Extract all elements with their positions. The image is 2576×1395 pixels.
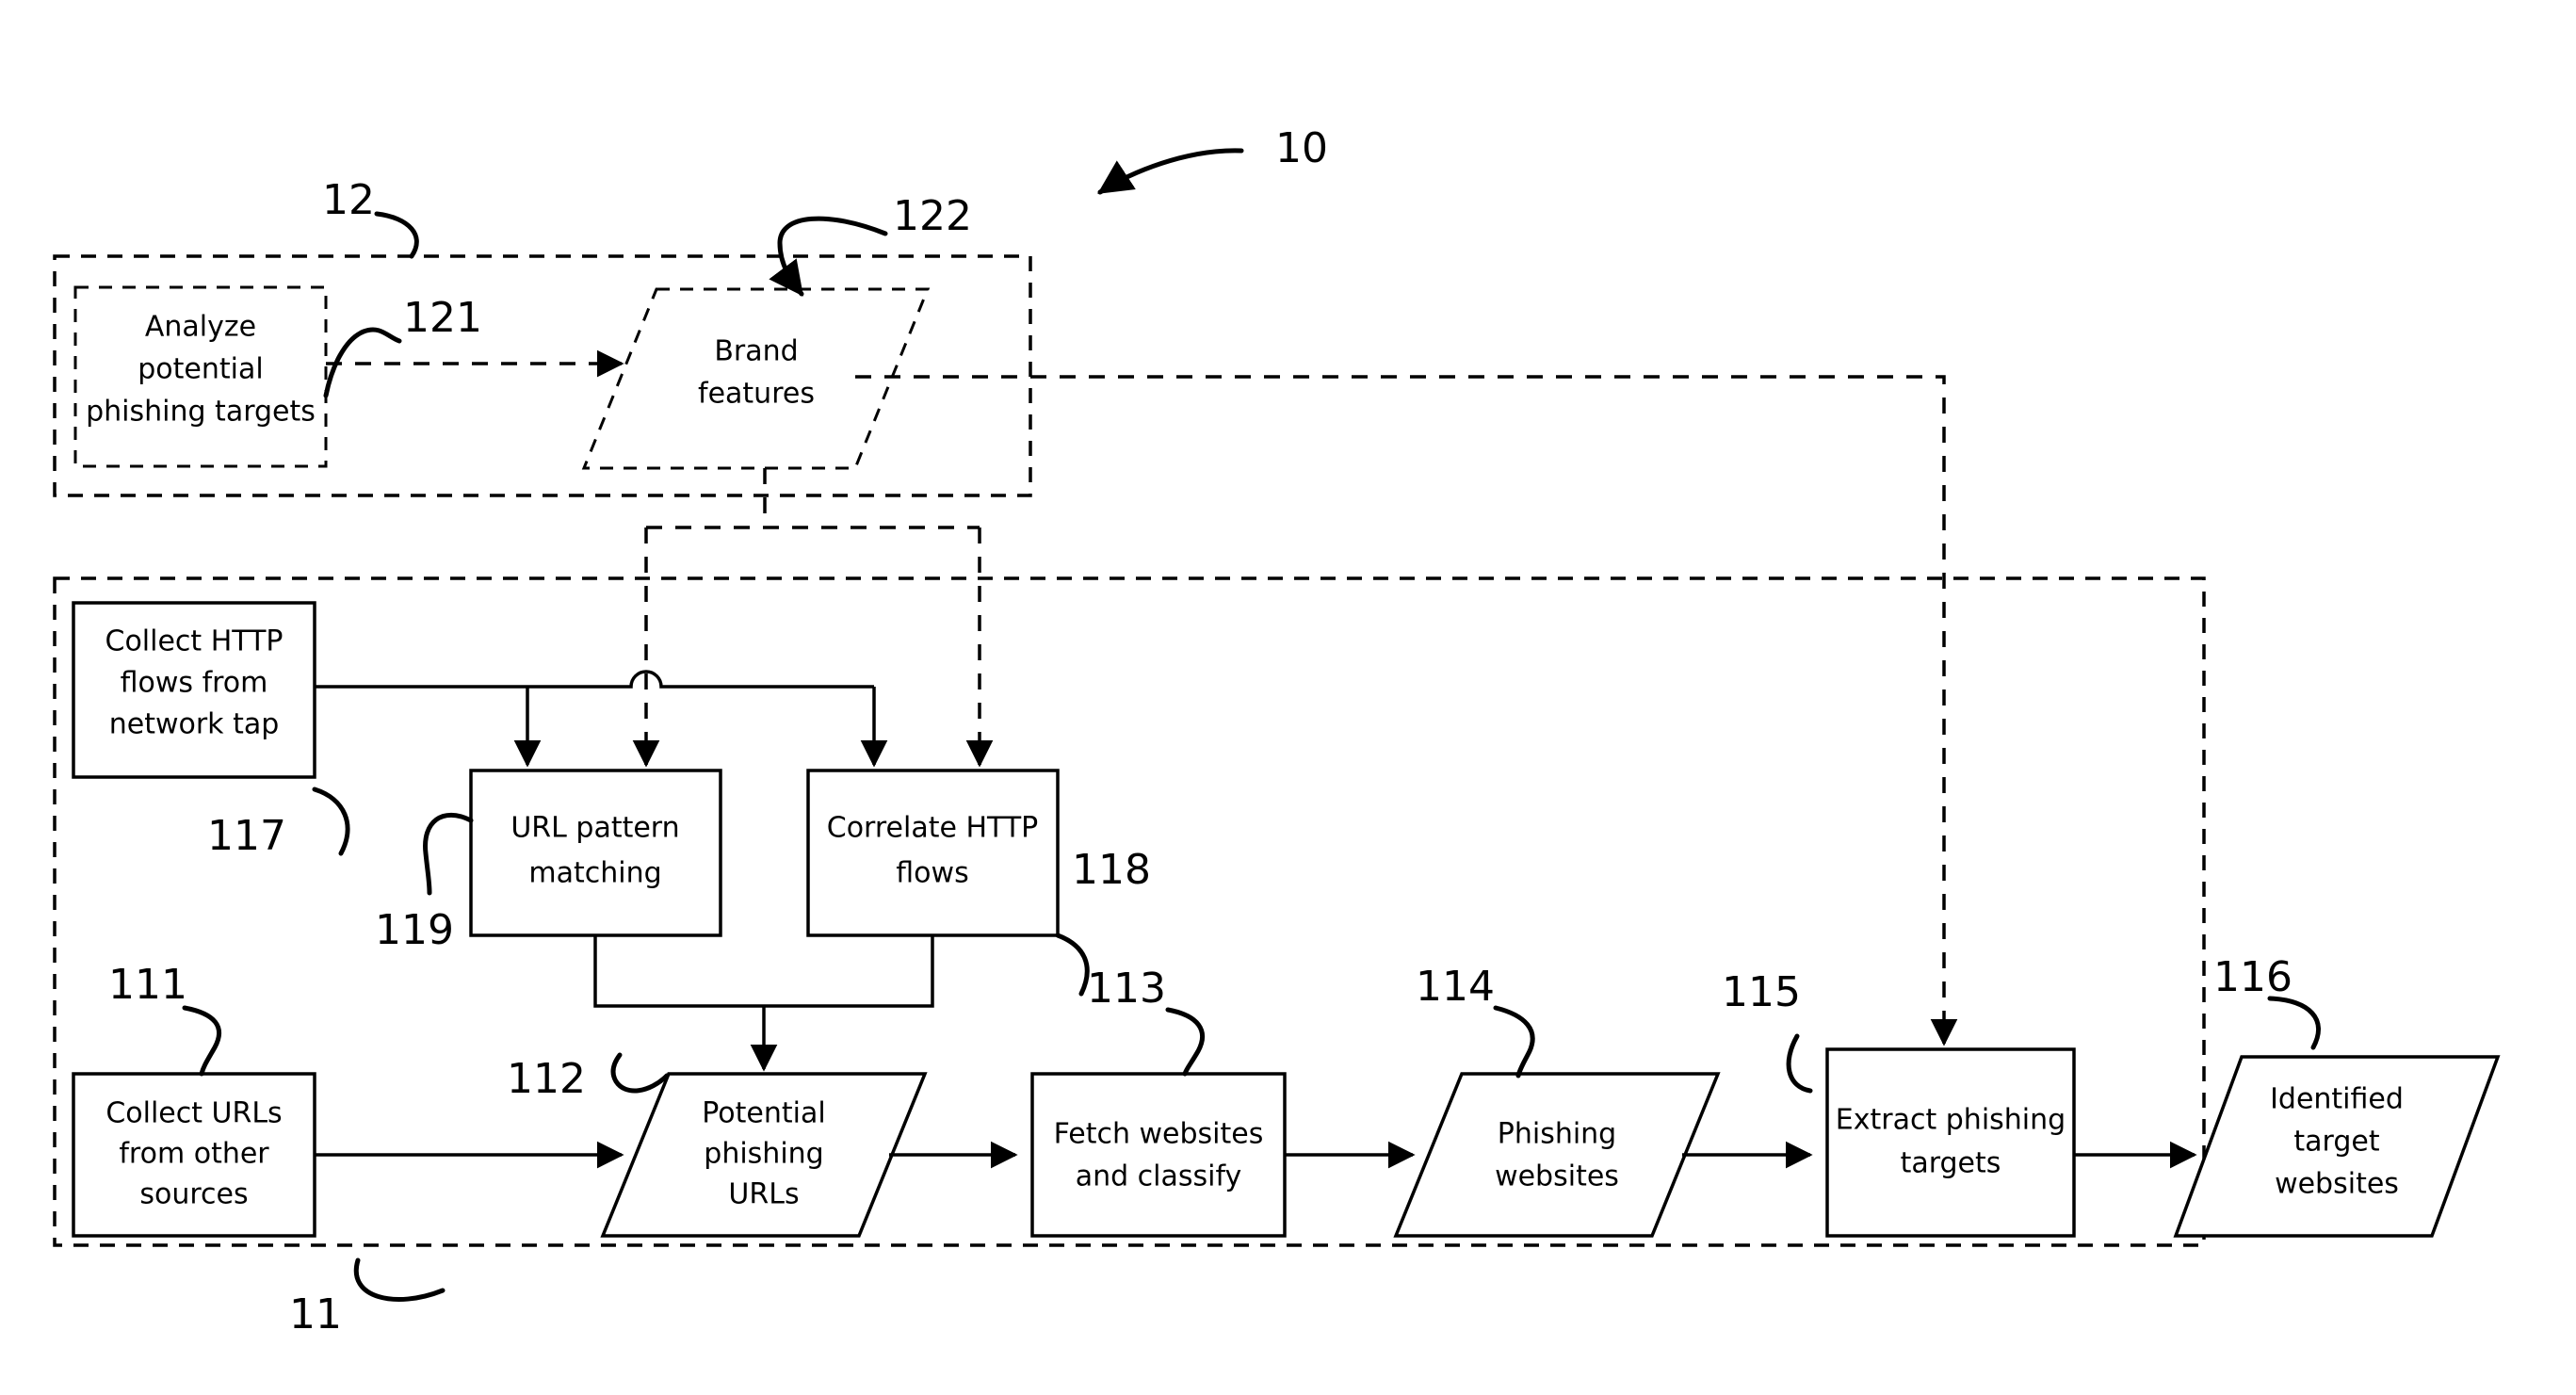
node-122-ref-label: 122 [893,192,972,240]
node-118-ref-label: 118 [1072,846,1151,894]
node-117-line-1: Collect HTTP [105,625,284,658]
node-118-leader [1055,933,1090,997]
node-122-line-1: Brand [714,335,798,368]
edge-merge-url-correlate [593,935,934,1008]
node-111-line-1: Collect URLs [105,1097,282,1130]
node-114-ref-label: 114 [1416,963,1495,1011]
node-115-line-1: Extract phishing [1836,1104,2066,1137]
node-114-line-1: Phishing [1498,1118,1616,1151]
node-114-leader [1493,1005,1535,1079]
node-119-leader [423,813,474,896]
node-121-line-2: potential [138,353,263,386]
node-118-line-1: Correlate HTTP [827,812,1039,845]
module-11-leader [353,1257,446,1302]
figure-ref-10-leader [1097,148,1244,195]
node-fetch-websites-and-classify [1030,1072,1287,1238]
node-112-leader [610,1052,670,1094]
node-112-line-3: URLs [728,1178,799,1211]
node-116-line-3: websites [2275,1168,2399,1201]
node-117-ref-label: 117 [207,812,286,860]
node-116-leader [2267,996,2321,1050]
node-112-ref-label: 112 [507,1055,586,1103]
node-122-line-2: features [698,378,815,411]
flowchart-canvas: 10 12 Analyze potential phishing targets… [53,124,2501,1338]
node-phishing-websites [1393,1072,1721,1238]
node-116-line-2: target [2293,1126,2379,1159]
node-111-line-3: sources [139,1178,248,1211]
node-116-ref-label: 116 [2213,953,2292,1001]
node-119-line-2: matching [528,857,661,890]
node-117-line-3: network tap [109,708,280,741]
patent-figure: 10 12 Analyze potential phishing targets… [0,0,2576,1395]
node-111-ref-label: 111 [108,961,187,1009]
node-111-leader [182,1005,221,1077]
node-115-leader [1786,1033,1813,1094]
node-117-leader [312,787,350,856]
module-12-leader [374,211,419,259]
node-114-line-2: websites [1495,1160,1619,1193]
node-url-pattern-matching [469,769,722,937]
node-extract-phishing-targets [1825,1047,2076,1238]
node-118-line-2: flows [896,857,968,890]
node-112-line-1: Potential [702,1097,825,1130]
node-113-ref-label: 113 [1087,965,1166,1013]
figure-ref-10-label: 10 [1275,124,1328,172]
node-117-line-2: flows from [121,667,268,700]
node-119-ref-label: 119 [375,906,454,954]
module-11-ref-label: 11 [289,1290,342,1338]
node-119-line-1: URL pattern [510,812,679,845]
node-112-line-2: phishing [704,1138,823,1171]
node-113-leader [1165,1007,1205,1077]
node-115-line-2: targets [1901,1147,2001,1180]
node-113-line-1: Fetch websites [1054,1118,1264,1151]
node-121-line-3: phishing targets [86,396,316,429]
node-115-ref-label: 115 [1722,968,1801,1016]
node-113-line-2: and classify [1076,1160,1242,1193]
node-111-line-2: from other [119,1138,269,1171]
node-121-ref-label: 121 [403,294,482,342]
node-121-line-1: Analyze [145,311,256,344]
node-116-line-1: Identified [2270,1083,2404,1116]
node-correlate-http-flows [806,769,1060,937]
module-12-ref-label: 12 [322,176,375,224]
